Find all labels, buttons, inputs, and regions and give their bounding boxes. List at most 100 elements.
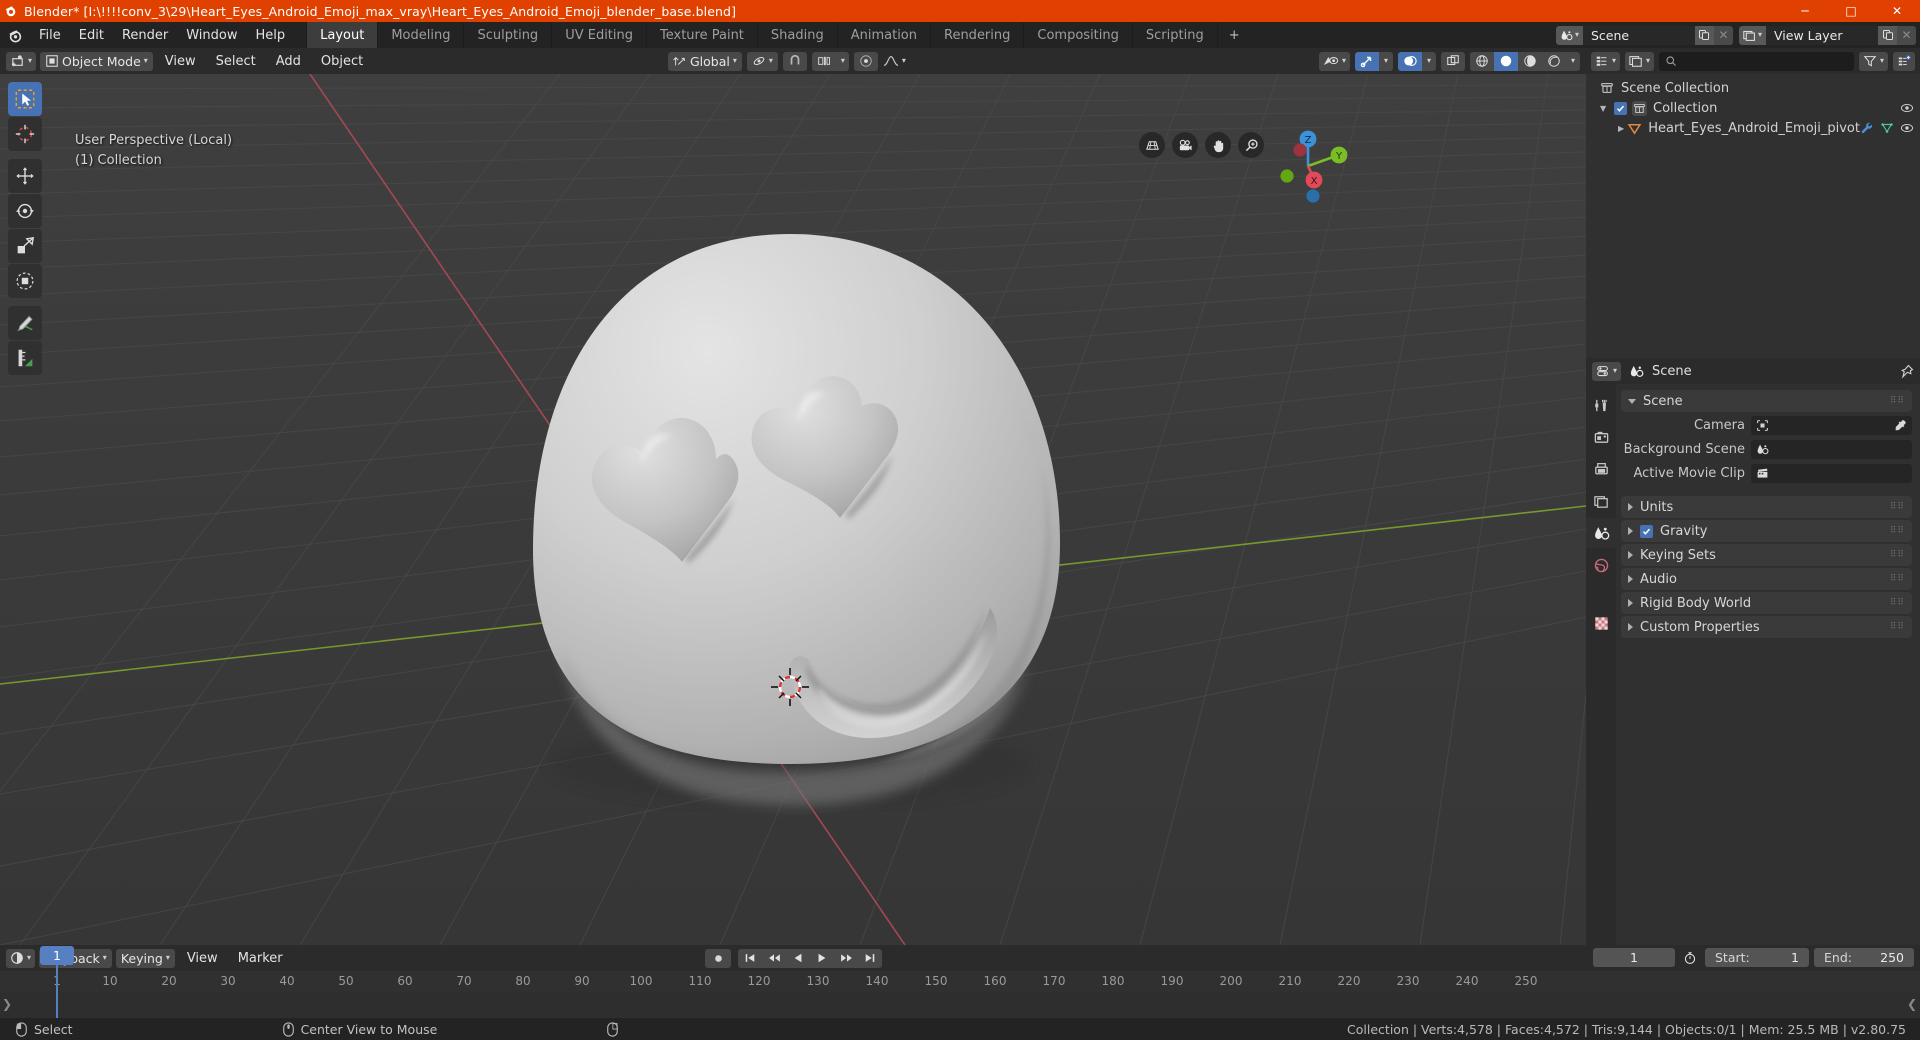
shading-chevron-icon[interactable]: ▾ <box>1565 51 1580 71</box>
property-field-background-scene[interactable] <box>1751 439 1912 459</box>
properties-panel-list[interactable]: Scene ⠿⠿ Camera Background Scene Active … <box>1616 384 1920 945</box>
proportional-editing-controls[interactable] <box>853 51 878 71</box>
outliner-row-scene-collection[interactable]: Scene Collection <box>1586 78 1920 98</box>
select-box-tool[interactable] <box>8 82 42 116</box>
timeline-menu-keying[interactable]: Keying ▾ <box>115 948 175 968</box>
jump-to-next-keyframe-button[interactable] <box>834 948 858 968</box>
show-overlays-toggle[interactable] <box>1397 51 1422 71</box>
camera-view-icon[interactable] <box>1172 132 1198 158</box>
zoom-view-icon[interactable] <box>1238 132 1264 158</box>
outliner-tree[interactable]: Scene Collection ▼ Collection ▶ Heart_Ey… <box>1586 74 1920 138</box>
property-field-active-movie-clip[interactable] <box>1751 463 1912 483</box>
hide-in-viewport-icon[interactable] <box>1900 121 1914 135</box>
outliner-search-input[interactable] <box>1659 51 1854 71</box>
snapping-controls[interactable] <box>782 51 807 71</box>
scale-tool[interactable] <box>8 229 42 263</box>
viewport-menu-object[interactable]: Object <box>313 48 371 74</box>
gizmo-controls[interactable]: ▾ <box>1354 51 1393 71</box>
tab-texture[interactable] <box>1586 608 1616 638</box>
snap-chevron-icon[interactable]: ▾ <box>836 51 849 71</box>
panel-header-custom-properties[interactable]: Custom Properties ⠿⠿ <box>1621 616 1912 638</box>
transform-orientation-selector[interactable]: Global ▾ <box>668 51 742 71</box>
gravity-checkbox[interactable] <box>1640 524 1653 538</box>
jump-to-prev-keyframe-button[interactable] <box>762 948 786 968</box>
viewport-menu-add[interactable]: Add <box>268 48 309 74</box>
transform-tool[interactable] <box>8 264 42 298</box>
tab-texture-paint[interactable]: Texture Paint <box>646 22 757 48</box>
tab-render[interactable] <box>1586 422 1616 452</box>
outliner-row-collection[interactable]: ▼ Collection <box>1586 98 1920 118</box>
use-preview-range-icon[interactable] <box>1680 951 1700 965</box>
panel-header-keying-sets[interactable]: Keying Sets ⠿⠿ <box>1621 544 1912 566</box>
start-frame-field[interactable]: Start: 1 <box>1705 948 1809 967</box>
snap-magnet-toggle[interactable] <box>782 51 807 71</box>
timeline-expand-arrow-icon[interactable]: ❯ <box>2 997 12 1011</box>
tab-sculpting[interactable]: Sculpting <box>463 22 551 48</box>
shading-mode-selector[interactable]: ▾ <box>1469 51 1580 71</box>
outliner-new-collection-button[interactable] <box>1893 51 1915 71</box>
cursor-tool[interactable] <box>8 117 42 151</box>
viewport-menu-select[interactable]: Select <box>208 48 264 74</box>
timeline-ruler[interactable]: 1 10 20 30 40 50 60 70 80 90 100 110 120… <box>0 971 1920 993</box>
new-view-layer-button[interactable] <box>1878 25 1897 45</box>
gizmo-chevron-icon[interactable]: ▾ <box>1378 51 1393 71</box>
view-layer-name[interactable]: View Layer <box>1766 25 1878 45</box>
proportional-edit-toggle[interactable] <box>853 51 878 71</box>
properties-editor-type-selector[interactable]: ▾ <box>1592 361 1622 381</box>
move-tool[interactable] <box>8 159 42 193</box>
panel-header-units[interactable]: Units ⠿⠿ <box>1621 496 1912 518</box>
properties-editor[interactable]: ▾ Scene Scene ⠿⠿ Camera Background Scene… <box>1586 358 1920 945</box>
property-row-camera[interactable]: Camera <box>1621 414 1912 436</box>
auto-keying-toggle[interactable] <box>705 948 731 968</box>
shading-rendered-button[interactable] <box>1541 51 1566 71</box>
new-scene-button[interactable] <box>1694 25 1714 45</box>
pivot-point-selector[interactable]: ▾ <box>746 51 778 71</box>
menu-file[interactable]: File <box>30 22 70 48</box>
menu-help[interactable]: Help <box>247 22 295 48</box>
toggle-xray-button[interactable] <box>1440 51 1465 71</box>
shading-wireframe-button[interactable] <box>1469 51 1494 71</box>
pan-view-icon[interactable] <box>1205 132 1231 158</box>
unlink-scene-button[interactable]: ✕ <box>1713 25 1733 45</box>
interaction-mode-selector[interactable]: Object Mode ▾ <box>40 51 153 71</box>
expand-triangle-icon[interactable]: ▶ <box>1618 124 1627 133</box>
play-button[interactable] <box>810 948 834 968</box>
play-reverse-button[interactable] <box>786 948 810 968</box>
menu-window[interactable]: Window <box>177 22 246 48</box>
view-layer-selector[interactable]: ▾ View Layer ✕ <box>1738 25 1916 45</box>
property-field-camera[interactable] <box>1751 415 1912 435</box>
jump-to-end-button[interactable] <box>858 948 882 968</box>
menu-edit[interactable]: Edit <box>70 22 113 48</box>
timeline-collapse-arrow-icon[interactable]: ❮ <box>1907 997 1917 1011</box>
measure-tool[interactable] <box>8 341 42 375</box>
editor-type-selector[interactable]: ▾ <box>6 51 37 71</box>
shading-solid-button[interactable] <box>1493 51 1518 71</box>
outliner-editor[interactable]: ▾ ▾ ▾ Scene Collection ▼ Collection ▶ He… <box>1586 48 1920 358</box>
end-frame-field[interactable]: End: 250 <box>1814 948 1914 967</box>
current-frame-field[interactable]: 1 <box>1593 948 1675 967</box>
maximize-button[interactable]: □ <box>1828 0 1874 22</box>
timeline-editor[interactable]: ▾ Playback ▾ Keying ▾ View Marker <box>0 945 1920 1018</box>
collection-checkbox[interactable] <box>1614 101 1627 115</box>
hide-in-viewport-icon[interactable] <box>1900 101 1914 115</box>
tab-modeling[interactable]: Modeling <box>377 22 463 48</box>
modifier-icon[interactable] <box>1860 121 1874 135</box>
snap-target-selector[interactable]: ▾ <box>811 51 849 71</box>
blender-menu-icon[interactable] <box>0 22 30 48</box>
view-layer-icon[interactable]: ▾ <box>1738 25 1766 45</box>
tab-object[interactable] <box>1586 582 1616 606</box>
snap-target-icon[interactable] <box>811 51 837 71</box>
toggle-perspective-icon[interactable] <box>1139 132 1165 158</box>
visibility-selector[interactable]: ▾ <box>1318 51 1350 71</box>
tab-compositing[interactable]: Compositing <box>1023 22 1132 48</box>
timeline-editor-type-selector[interactable]: ▾ <box>6 948 36 968</box>
show-gizmo-toggle[interactable] <box>1354 51 1379 71</box>
menu-render[interactable]: Render <box>113 22 177 48</box>
eyedropper-icon[interactable] <box>1894 419 1907 432</box>
overlay-chevron-icon[interactable]: ▾ <box>1421 51 1436 71</box>
property-row-active-movie-clip[interactable]: Active Movie Clip <box>1621 462 1912 484</box>
close-button[interactable]: ✕ <box>1874 0 1920 22</box>
viewport-menu-view[interactable]: View <box>157 48 204 74</box>
shading-material-preview-button[interactable] <box>1517 51 1542 71</box>
rotate-tool[interactable] <box>8 194 42 228</box>
